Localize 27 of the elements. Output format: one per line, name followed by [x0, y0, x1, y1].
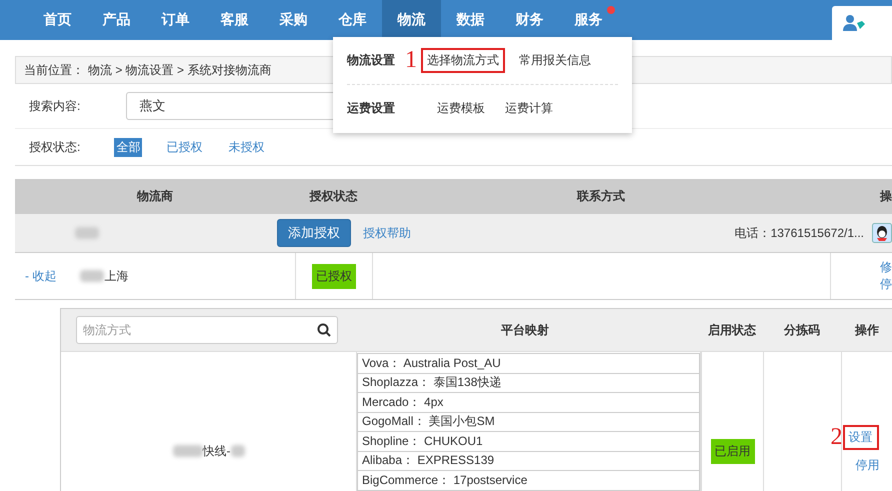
status-badge: 已授权: [312, 264, 356, 288]
mapping-row: Vova： Australia Post_AU: [357, 353, 700, 374]
filter-label: 授权状态:: [29, 138, 80, 156]
column-header: 物流商: [136, 188, 174, 205]
mapping-row: Shoplazza： 泰国138快递: [357, 374, 700, 393]
mapping-row: Mercado： 4px: [357, 393, 700, 412]
phone-text: 电话：13761515672/1...: [734, 224, 864, 242]
column-header: 授权状态: [308, 188, 358, 205]
callout-number: 1: [405, 47, 417, 74]
status-badge: 已启用: [710, 438, 754, 464]
method-name: 快线-: [202, 442, 230, 460]
column-header: 联系方式: [576, 188, 626, 205]
mapping-row: GogoMall： 美国小包SM: [357, 412, 700, 432]
search-label: 搜索内容:: [29, 98, 80, 114]
callout-number: 2: [830, 424, 842, 452]
breadcrumb-path: 物流 > 物流设置 > 系统对接物流商: [88, 62, 272, 78]
mapping-row: Alibaba： EXPRESS139: [357, 452, 700, 471]
column-header: 操: [878, 188, 892, 205]
menu-group-title: 物流设置: [347, 52, 396, 69]
mapping-row: BigCommerce： 17postservice: [357, 471, 700, 490]
column-header: 操作: [854, 322, 880, 338]
breadcrumb-label: 当前位置：: [24, 62, 84, 78]
mapping-row: Shopline： CHUKOU1: [357, 432, 700, 452]
column-header: 平台映射: [500, 322, 550, 338]
column-header: 启用状态: [707, 322, 757, 338]
column-header: 分拣码: [782, 322, 821, 338]
carrier-name: 上海: [104, 268, 128, 284]
